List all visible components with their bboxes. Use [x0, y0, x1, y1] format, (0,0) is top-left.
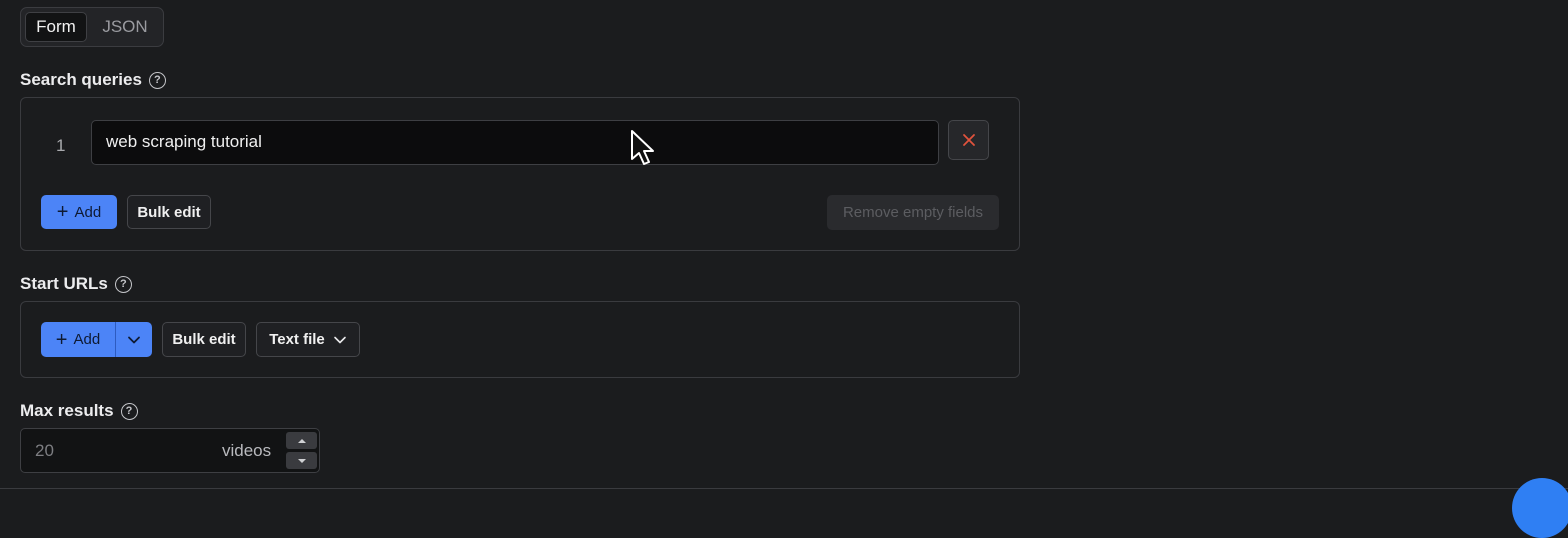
bulk-edit-urls-button[interactable]: Bulk edit	[162, 322, 246, 357]
caret-up-icon	[297, 438, 306, 443]
tab-json[interactable]: JSON	[91, 12, 159, 42]
close-x-icon	[962, 134, 975, 146]
max-results-field	[20, 428, 320, 473]
add-url-button[interactable]: + Add	[41, 322, 115, 357]
search-queries-heading: Search queries ?	[20, 69, 166, 91]
mouse-cursor-icon	[631, 130, 654, 165]
text-file-label: Text file	[269, 331, 325, 348]
increment-button[interactable]	[286, 432, 317, 449]
chevron-down-icon	[333, 336, 346, 343]
question-circle-icon[interactable]: ?	[114, 275, 132, 293]
caret-down-icon	[297, 458, 306, 463]
question-circle-icon[interactable]: ?	[120, 402, 138, 420]
remove-empty-fields-label: Remove empty fields	[842, 204, 984, 221]
start-urls-heading: Start URLs ?	[20, 273, 132, 295]
bulk-edit-label: Bulk edit	[172, 331, 236, 348]
start-urls-label: Start URLs	[20, 274, 108, 293]
question-circle-icon[interactable]: ?	[148, 71, 166, 89]
remove-empty-fields-button[interactable]: Remove empty fields	[827, 195, 999, 230]
add-query-button[interactable]: + Add	[41, 195, 117, 229]
bulk-edit-label: Bulk edit	[137, 203, 201, 221]
bulk-edit-queries-button[interactable]: Bulk edit	[127, 195, 211, 229]
tab-form[interactable]: Form	[25, 12, 87, 42]
mode-toggle: Form JSON	[20, 7, 164, 47]
remove-query-button[interactable]	[948, 120, 989, 160]
chat-widget-button[interactable]	[1512, 478, 1568, 538]
decrement-button[interactable]	[286, 452, 317, 469]
chevron-down-icon	[128, 336, 140, 343]
text-file-dropdown[interactable]: Text file	[256, 322, 360, 357]
plus-icon: +	[56, 201, 69, 223]
add-url-label: Add	[73, 331, 101, 348]
max-results-unit: videos	[222, 441, 272, 460]
max-results-heading: Max results ?	[20, 400, 138, 422]
search-queries-label: Search queries	[20, 70, 142, 89]
max-results-label: Max results	[20, 401, 114, 420]
add-url-dropdown-button[interactable]	[116, 322, 152, 357]
footer-divider	[0, 488, 1568, 489]
add-query-label: Add	[74, 203, 102, 221]
query-row-index: 1	[56, 136, 66, 155]
plus-icon: +	[55, 328, 68, 351]
search-query-input[interactable]: web scraping tutorial	[91, 120, 939, 165]
max-results-input[interactable]: 20	[35, 441, 54, 461]
